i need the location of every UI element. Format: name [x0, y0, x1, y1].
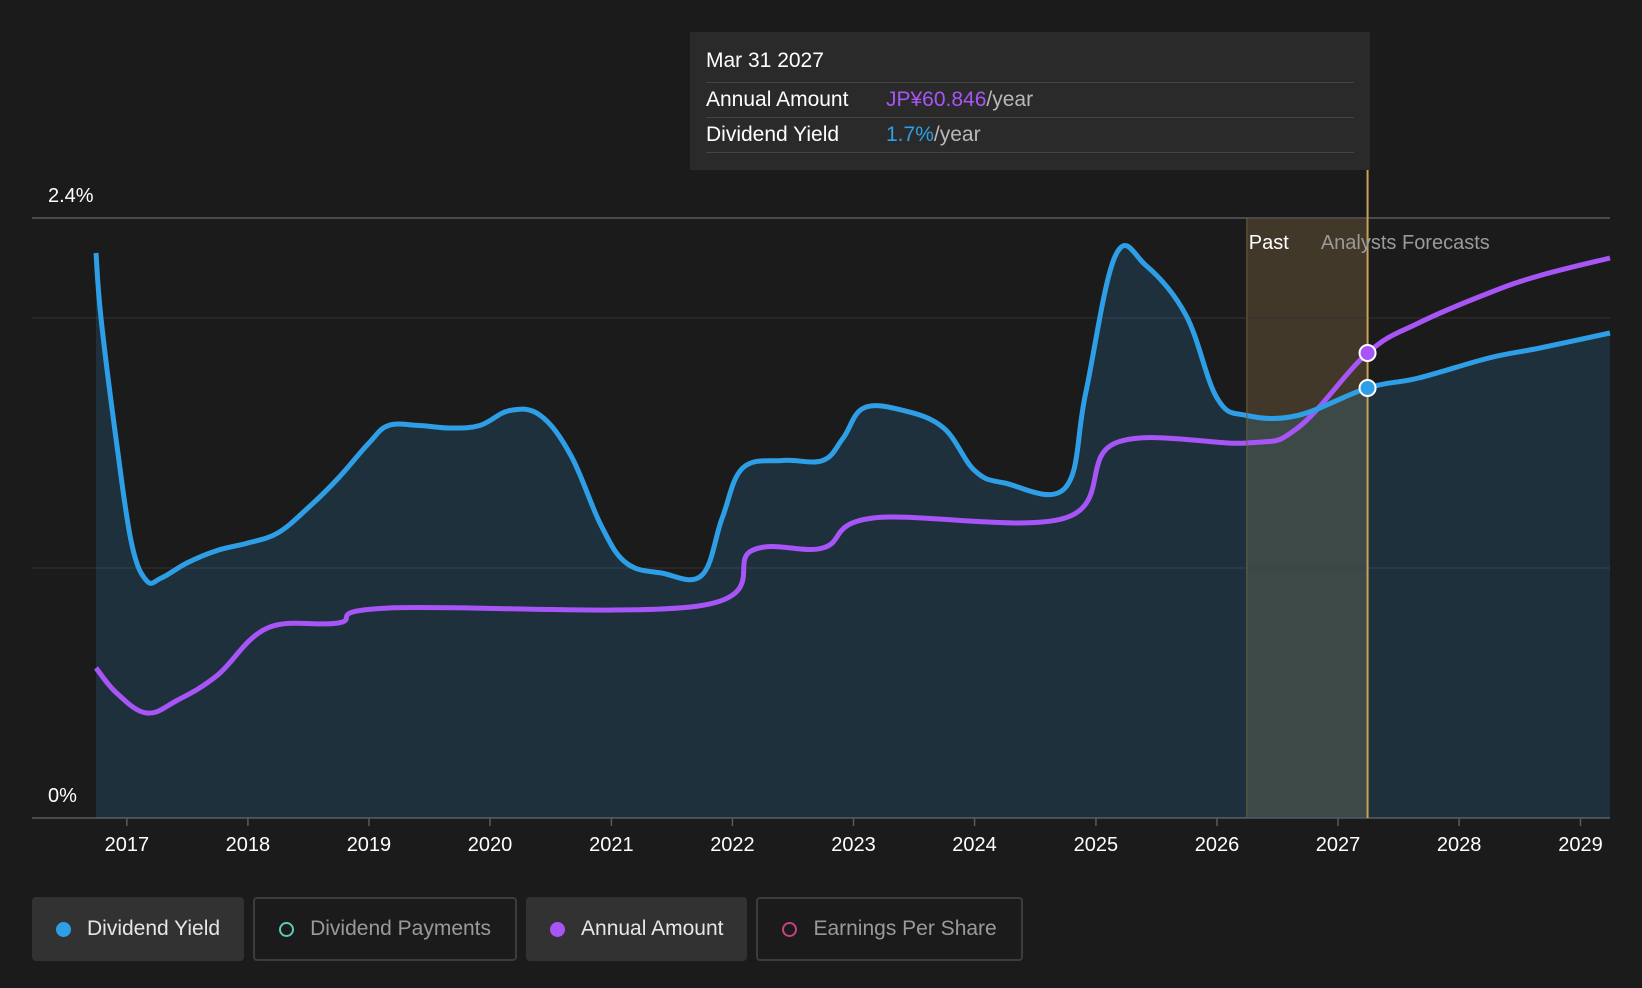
x-tick-label: 2020: [468, 834, 513, 856]
tooltip-row-annual-amount: Annual Amount JP¥60.846 /year: [706, 83, 1354, 118]
annual-amount-marker: [1358, 344, 1377, 362]
y-tick-label: 0%: [48, 785, 77, 807]
x-tick-label: 2026: [1195, 834, 1240, 856]
tooltip-value: 1.7%: [886, 123, 934, 146]
legend-dot-icon: [56, 921, 71, 937]
tooltip-row-dividend-yield: Dividend Yield 1.7% /year: [706, 118, 1354, 153]
x-tick-label: 2025: [1074, 834, 1119, 856]
y-tick-label: 2.4%: [48, 185, 94, 207]
legend-label: Earnings Per Share: [813, 917, 997, 940]
legend-item-dividend-payments[interactable]: Dividend Payments: [253, 897, 518, 961]
legend-dot-icon: [279, 921, 295, 937]
tooltip-label: Annual Amount: [706, 88, 849, 111]
legend: Dividend Yield Dividend Payments Annual …: [32, 897, 1023, 961]
legend-item-annual-amount[interactable]: Annual Amount: [526, 897, 748, 961]
x-tick-label: 2021: [589, 834, 634, 856]
tooltip-value: JP¥60.846: [886, 88, 987, 111]
legend-item-earnings-per-share[interactable]: Earnings Per Share: [756, 897, 1023, 961]
x-tick-label: 2027: [1316, 834, 1361, 856]
x-tick-label: 2022: [710, 834, 755, 856]
x-tick-label: 2019: [347, 834, 392, 856]
tooltip-date: Mar 31 2027: [706, 46, 1354, 83]
legend-dot-icon: [782, 921, 798, 937]
x-tick-label: 2024: [952, 834, 997, 856]
legend-label: Dividend Payments: [310, 917, 492, 940]
tooltip-label: Dividend Yield: [706, 123, 840, 146]
tooltip-suffix: /year: [933, 123, 981, 146]
x-tick-label: 2028: [1437, 834, 1482, 856]
x-tick-label: 2017: [105, 834, 150, 856]
legend-label: Dividend Yield: [87, 917, 221, 940]
x-tick-label: 2018: [226, 834, 271, 856]
dividend-yield-marker: [1358, 379, 1377, 397]
legend-dot-icon: [550, 921, 566, 937]
past-label: Past: [1249, 232, 1289, 254]
x-tick-label: 2023: [831, 834, 876, 856]
dividend-yield-area: [96, 245, 1610, 819]
x-axis: 2017 2018 2019 2020 2021 2022 2023 2024 2025 2026…: [105, 818, 1603, 856]
tooltip-suffix: /year: [986, 88, 1034, 111]
tooltip: Mar 31 2027 Annual Amount JP¥60.846 /yea…: [690, 32, 1370, 170]
legend-label: Annual Amount: [581, 917, 724, 940]
x-tick-label: 2029: [1558, 834, 1603, 856]
legend-item-dividend-yield[interactable]: Dividend Yield: [32, 897, 245, 961]
forecast-label: Analysts Forecasts: [1321, 232, 1490, 254]
